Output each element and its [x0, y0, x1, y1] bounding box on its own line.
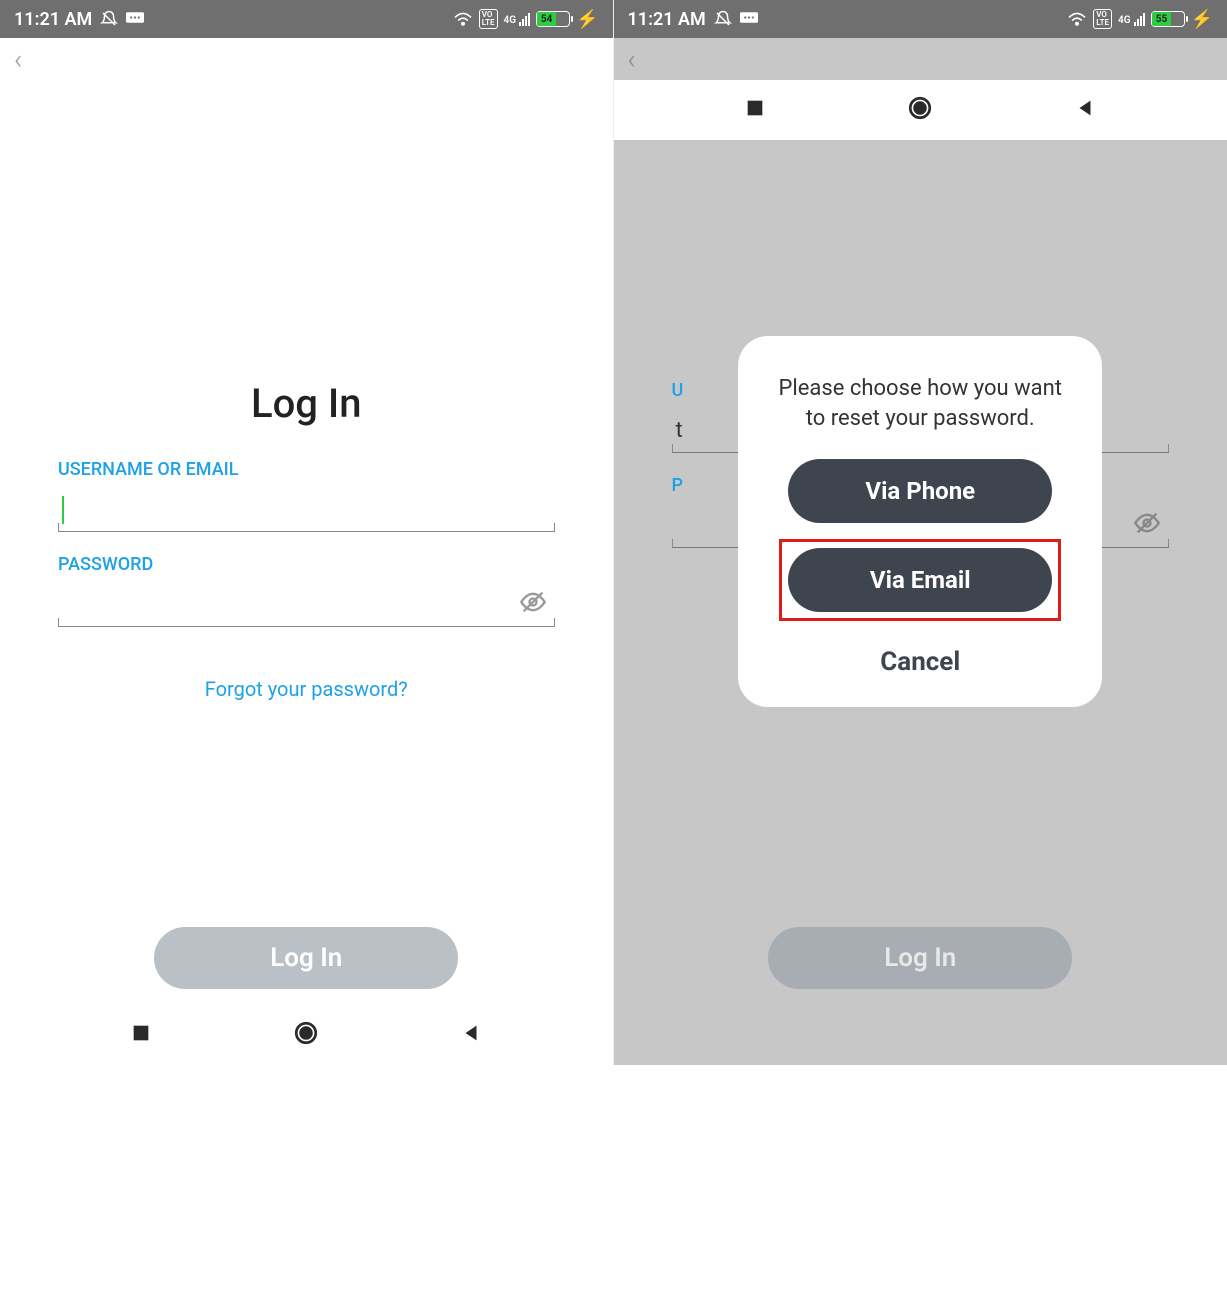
username-field-group: USERNAME OR EMAIL [58, 459, 555, 532]
signal-icon: 4G [1118, 13, 1145, 26]
via-email-button[interactable]: Via Email [788, 548, 1052, 612]
status-time: 11:21 AM [628, 9, 706, 30]
page-title: Log In [58, 380, 555, 427]
back-icon[interactable]: ‹ [14, 43, 22, 76]
phone-screen-reset-dialog: 11:21 AM VOLTE 4G 55 ⚡ [614, 0, 1227, 1065]
message-icon [740, 12, 758, 26]
reset-password-dialog: Please choose how you want to reset your… [738, 336, 1102, 707]
dialog-message: Please choose how you want to reset your… [766, 374, 1074, 433]
password-label: PASSWORD [58, 554, 555, 575]
back-nav-icon[interactable] [460, 1022, 482, 1048]
wifi-icon [1067, 11, 1087, 27]
password-field-group: PASSWORD [58, 554, 555, 627]
login-content: Log In USERNAME OR EMAIL PASSWORD Forgot… [0, 80, 613, 1005]
status-bar: 11:21 AM VOLTE 4G 55 ⚡ [614, 0, 1227, 38]
charging-icon: ⚡ [576, 9, 598, 30]
cancel-button[interactable]: Cancel [880, 647, 960, 677]
wifi-icon [453, 11, 473, 27]
via-phone-button[interactable]: Via Phone [788, 459, 1052, 523]
text-cursor [62, 496, 64, 524]
charging-icon: ⚡ [1191, 9, 1213, 30]
android-nav-bar [0, 1005, 613, 1065]
battery-icon: 54 [536, 11, 570, 27]
mute-icon [714, 10, 732, 28]
top-bar: ‹ [0, 38, 613, 80]
message-icon [126, 12, 144, 26]
home-icon[interactable] [293, 1020, 319, 1050]
recent-apps-icon[interactable] [130, 1022, 152, 1048]
mute-icon [100, 10, 118, 28]
volte-icon: VOLTE [1093, 9, 1112, 29]
modal-backdrop[interactable]: Please choose how you want to reset your… [614, 38, 1227, 1005]
status-bar: 11:21 AM VOLTE 4G 54 ⚡ [0, 0, 613, 38]
signal-icon: 4G [504, 13, 531, 26]
status-time: 11:21 AM [14, 9, 92, 30]
forgot-password-link[interactable]: Forgot your password? [58, 677, 555, 701]
volte-icon: VOLTE [479, 9, 498, 29]
password-input[interactable] [58, 583, 555, 627]
battery-icon: 55 [1151, 11, 1185, 27]
toggle-password-visibility-icon[interactable] [519, 588, 547, 622]
username-label: USERNAME OR EMAIL [58, 459, 555, 480]
username-input[interactable] [58, 488, 555, 532]
phone-screen-login: 11:21 AM VOLTE 4G 54 ⚡ [0, 0, 614, 1065]
login-button[interactable]: Log In [154, 927, 458, 989]
highlight-annotation: Via Email [779, 539, 1061, 621]
